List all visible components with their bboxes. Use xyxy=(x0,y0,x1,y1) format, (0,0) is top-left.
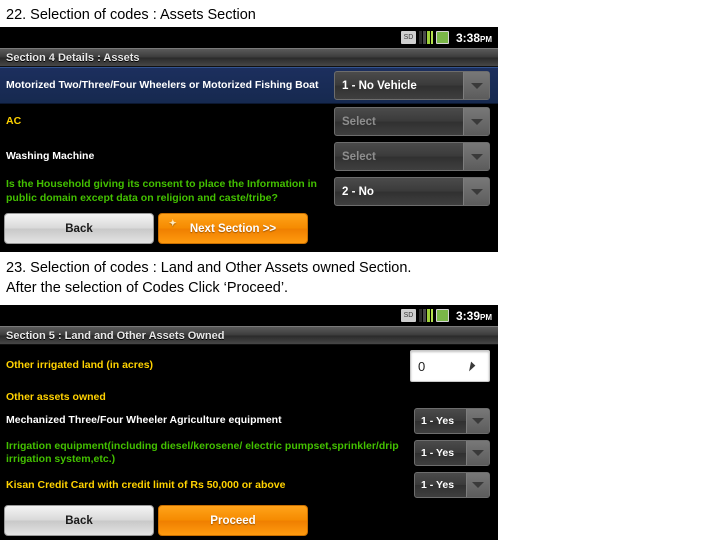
section-label-other-assets-owned: Other assets owned xyxy=(6,391,106,403)
screen-title-assets: Section 4 Details : Assets xyxy=(0,48,498,67)
form-row-other-irrigated-land[interactable]: Other irrigated land (in acres) 0 xyxy=(0,345,498,387)
cursor-pointer-icon xyxy=(469,361,476,373)
chevron-down-icon[interactable] xyxy=(466,441,489,466)
signal-bars-icon xyxy=(418,31,433,44)
status-icon-group: SD 3:39PM xyxy=(400,309,492,323)
caption-land-assets-section: 23. Selection of codes : Land and Other … xyxy=(6,260,412,296)
status-bar: SD 3:38PM xyxy=(0,27,498,48)
spinner-value-motorized-vehicle: 1 - No Vehicle xyxy=(342,79,417,92)
battery-icon xyxy=(435,309,449,322)
spinner-value-irrigation-equipment: 1 - Yes xyxy=(421,447,455,460)
input-other-irrigated-land[interactable]: 0 xyxy=(410,350,490,382)
back-button[interactable]: Back xyxy=(4,505,154,537)
label-other-irrigated-land: Other irrigated land (in acres) xyxy=(6,359,154,372)
form-row-mechanized-equipment[interactable]: Mechanized Three/Four Wheeler Agricultur… xyxy=(0,405,498,437)
back-button[interactable]: Back xyxy=(4,213,154,244)
label-kisan-credit-card: Kisan Credit Card with credit limit of R… xyxy=(6,478,286,491)
status-time: 3:39 xyxy=(455,308,480,323)
sparkle-icon: ✦ xyxy=(169,218,177,228)
status-ampm: PM xyxy=(480,34,492,44)
spinner-mechanized-equipment[interactable]: 1 - Yes xyxy=(414,408,490,434)
spinner-motorized-vehicle[interactable]: 1 - No Vehicle xyxy=(334,71,490,100)
label-mechanized-equipment: Mechanized Three/Four Wheeler Agricultur… xyxy=(6,414,282,427)
next-section-button[interactable]: ✦ Next Section >> xyxy=(158,213,308,244)
caption-assets-section: 22. Selection of codes : Assets Section xyxy=(6,7,256,23)
screenshot-land-assets-section: SD 3:39PM Section 5 : Land and Other Ass… xyxy=(0,305,498,540)
proceed-label: Proceed xyxy=(210,514,256,527)
form-row-kisan-credit-card[interactable]: Kisan Credit Card with credit limit of R… xyxy=(0,469,498,501)
spinner-value-washing-machine: Select xyxy=(342,150,376,163)
input-value-other-irrigated-land: 0 xyxy=(418,358,426,374)
signal-bars-icon xyxy=(418,309,433,322)
spinner-kisan-credit-card[interactable]: 1 - Yes xyxy=(414,472,490,499)
next-section-label: Next Section >> xyxy=(189,222,277,235)
chevron-down-icon[interactable] xyxy=(463,72,489,99)
chevron-down-icon[interactable] xyxy=(463,108,489,135)
chevron-down-icon[interactable] xyxy=(463,143,489,170)
chevron-down-icon[interactable] xyxy=(466,473,489,498)
form-row-washing-machine[interactable]: Washing Machine Select xyxy=(0,139,498,174)
spinner-ac[interactable]: Select xyxy=(334,107,490,136)
screen-title-land-assets: Section 5 : Land and Other Assets Owned xyxy=(0,326,498,345)
label-motorized-vehicle: Motorized Two/Three/Four Wheelers or Mot… xyxy=(6,78,319,91)
proceed-button[interactable]: Proceed xyxy=(158,505,308,537)
land-assets-button-bar: Back Proceed xyxy=(0,501,498,540)
chevron-down-icon[interactable] xyxy=(466,409,489,433)
label-ac: AC xyxy=(6,114,22,127)
form-row-irrigation-equipment[interactable]: Irrigation equipment(including diesel/ke… xyxy=(0,437,498,469)
spinner-irrigation-equipment[interactable]: 1 - Yes xyxy=(414,440,490,467)
land-assets-form: Other irrigated land (in acres) 0 Other … xyxy=(0,345,498,540)
status-icon-group: SD 3:38PM xyxy=(400,31,492,45)
assets-button-bar: Back ✦ Next Section >> xyxy=(0,209,498,249)
sd-card-icon: SD xyxy=(400,31,416,44)
label-washing-machine: Washing Machine xyxy=(6,149,95,162)
form-row-motorized-vehicle[interactable]: Motorized Two/Three/Four Wheelers or Mot… xyxy=(0,67,498,104)
spinner-value-mechanized-equipment: 1 - Yes xyxy=(421,415,455,427)
spinner-value-consent: 2 - No xyxy=(342,185,374,198)
assets-form: Motorized Two/Three/Four Wheelers or Mot… xyxy=(0,67,498,249)
status-clock: 3:38PM xyxy=(456,31,492,45)
status-ampm: PM xyxy=(480,312,492,322)
spinner-consent[interactable]: 2 - No xyxy=(334,177,490,206)
label-consent: Is the Household giving its consent to p… xyxy=(6,178,317,204)
status-time: 3:38 xyxy=(455,30,480,45)
battery-icon xyxy=(435,31,449,44)
spinner-value-ac: Select xyxy=(342,115,376,128)
form-row-ac[interactable]: AC Select xyxy=(0,104,498,139)
status-clock: 3:39PM xyxy=(456,309,492,323)
spinner-washing-machine[interactable]: Select xyxy=(334,142,490,171)
form-row-consent[interactable]: Is the Household giving its consent to p… xyxy=(0,174,498,209)
status-bar: SD 3:39PM xyxy=(0,305,498,326)
screenshot-assets-section: SD 3:38PM Section 4 Details : Assets Mot… xyxy=(0,27,498,252)
sd-card-icon: SD xyxy=(400,309,416,322)
label-irrigation-equipment: Irrigation equipment(including diesel/ke… xyxy=(6,440,399,466)
spinner-value-kisan-credit-card: 1 - Yes xyxy=(421,479,455,492)
chevron-down-icon[interactable] xyxy=(463,178,489,205)
